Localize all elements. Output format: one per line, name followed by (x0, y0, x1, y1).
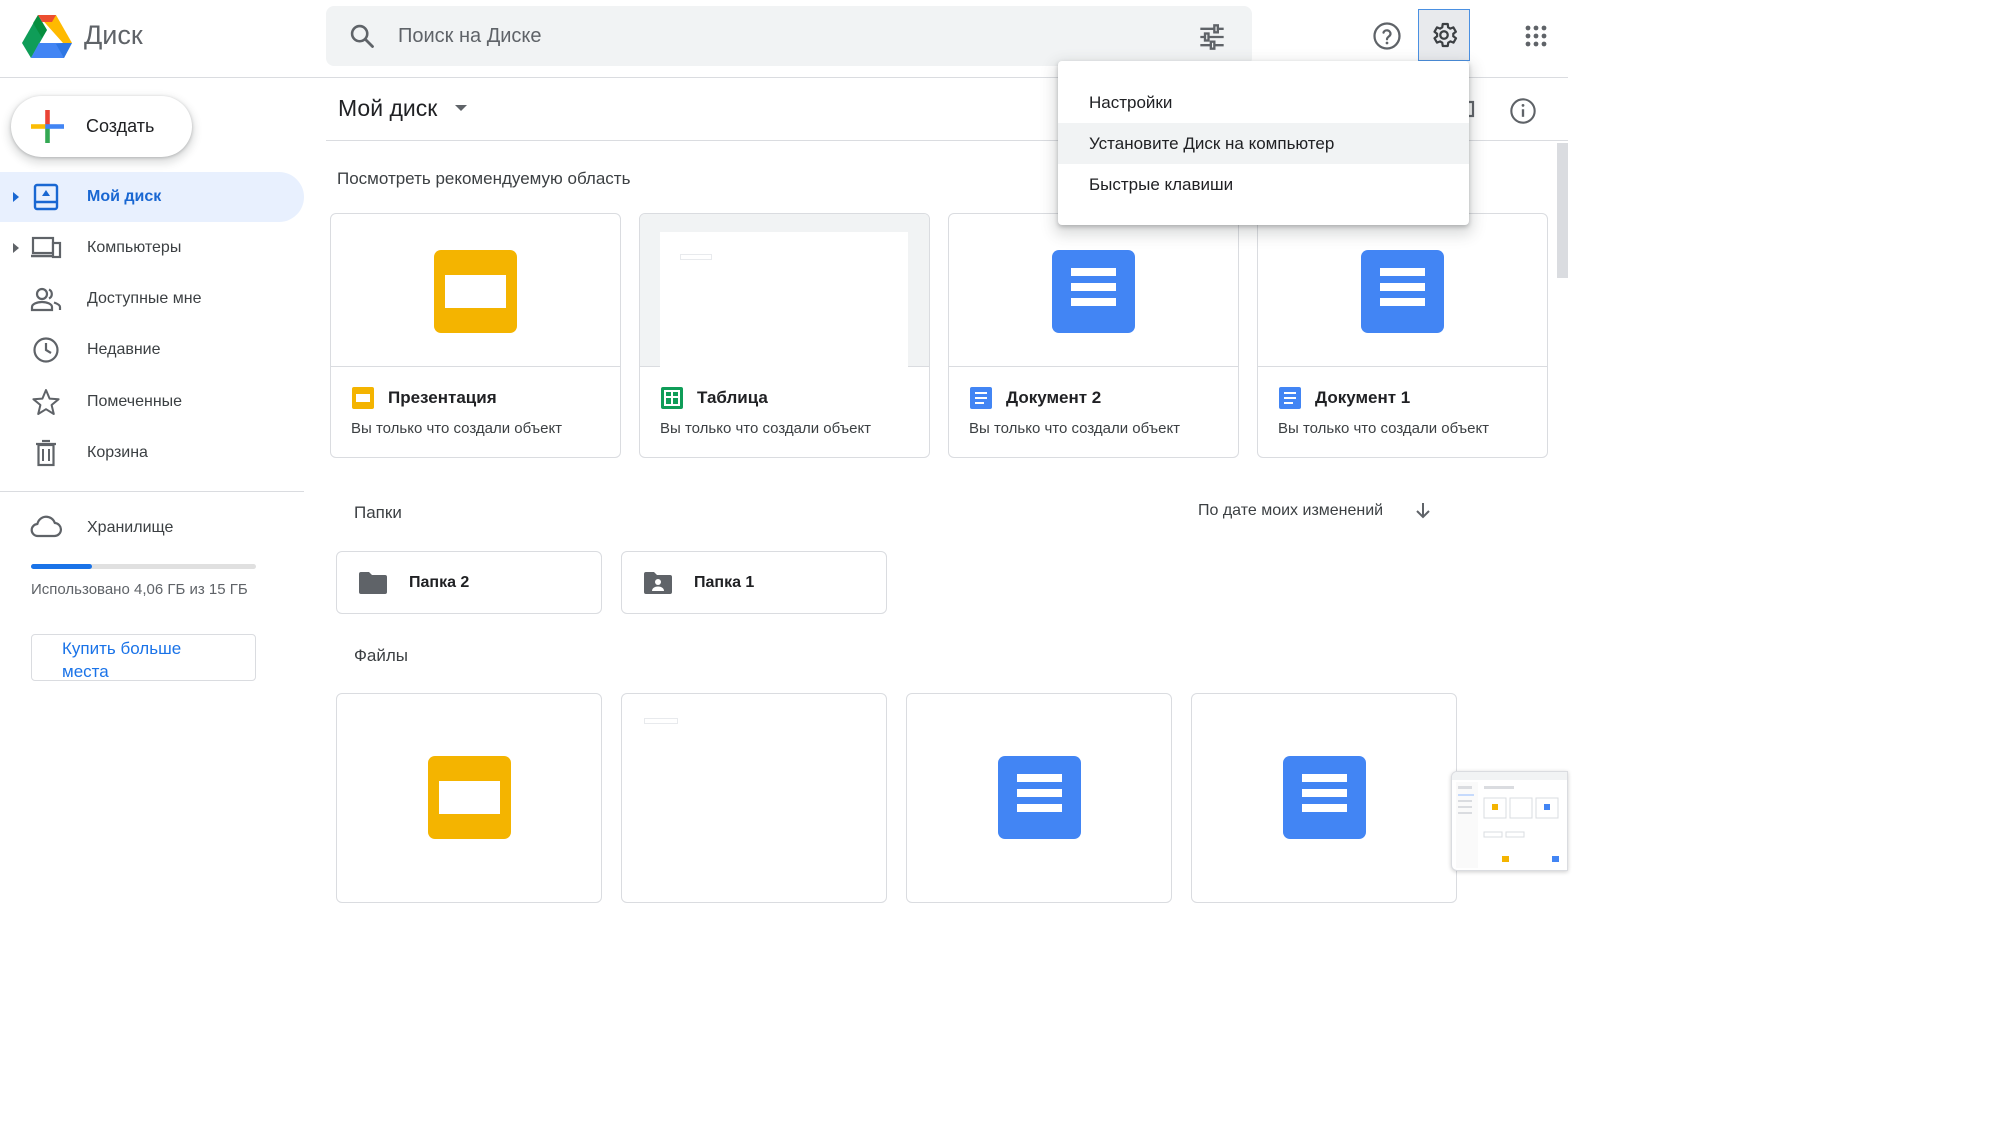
folders-section-label: Папки (354, 503, 402, 522)
file-thumbnail (640, 214, 929, 367)
star-icon (32, 389, 60, 415)
docs-icon (998, 756, 1081, 839)
sheet-page-preview (660, 232, 908, 367)
menu-item-keyboard-shortcuts[interactable]: Быстрые клавиши (1058, 164, 1469, 205)
sidebar-item-my-drive[interactable]: Мой диск (0, 172, 304, 222)
info-icon[interactable] (1509, 97, 1537, 125)
suggested-card[interactable]: Документ 2 Вы только что создали объект (948, 213, 1239, 458)
create-label: Создать (86, 116, 155, 136)
file-card[interactable] (621, 693, 887, 903)
search-bar[interactable] (326, 6, 1252, 66)
file-activity: Вы только что создали объект (969, 420, 1181, 437)
sidebar-divider (0, 491, 304, 492)
storage-progress-bar (31, 564, 256, 569)
sidebar-item-label: Компьютеры (87, 239, 182, 256)
sidebar-item-label: Помеченные (87, 393, 183, 410)
scrollbar-thumb[interactable] (1557, 143, 1568, 278)
file-name: Таблица (697, 388, 768, 407)
file-activity: Вы только что создали объект (351, 420, 563, 437)
help-button[interactable] (1365, 14, 1409, 58)
sidebar-item-shared[interactable]: Доступные мне (0, 274, 304, 324)
drive-logo-icon[interactable] (22, 14, 72, 58)
sidebar-item-computers[interactable]: Компьютеры (0, 223, 304, 273)
suggested-card[interactable]: Таблица Вы только что создали объект (639, 213, 930, 458)
sidebar-item-label: Корзина (87, 444, 148, 461)
trash-icon (36, 439, 56, 467)
sidebar-item-trash[interactable]: Корзина (0, 428, 304, 478)
shared-folder-icon (644, 572, 672, 594)
suggested-section-label[interactable]: Посмотреть рекомендуемую область (337, 169, 630, 189)
folder-item[interactable]: Папка 1 (621, 551, 887, 614)
file-activity: Вы только что создали объект (1278, 420, 1490, 437)
folder-icon (359, 572, 387, 594)
chevron-down-icon[interactable] (454, 104, 468, 112)
storage-progress-fill (31, 564, 92, 569)
file-activity: Вы только что создали объект (660, 420, 872, 437)
file-thumbnail (949, 214, 1238, 367)
search-icon[interactable] (348, 22, 376, 50)
screenshot-preview-image (1452, 772, 1567, 868)
suggested-card[interactable]: Документ 1 Вы только что создали объект (1257, 213, 1548, 458)
docs-icon (1052, 250, 1135, 333)
file-name: Презентация (388, 388, 497, 407)
slides-icon (352, 387, 374, 409)
slides-icon (428, 756, 511, 839)
computers-icon (31, 236, 62, 259)
folder-item[interactable]: Папка 2 (336, 551, 602, 614)
search-options-icon[interactable] (1198, 24, 1226, 50)
search-input[interactable] (398, 21, 1158, 51)
sidebar-item-label: Недавние (87, 341, 161, 358)
docs-icon (970, 387, 992, 409)
plus-icon (31, 110, 64, 143)
my-drive-icon (33, 183, 59, 211)
file-name: Документ 2 (1006, 388, 1102, 407)
slides-icon (434, 250, 517, 333)
shared-icon (30, 287, 62, 312)
screenshot-preview-thumbnail[interactable] (1451, 771, 1568, 871)
help-icon (1373, 22, 1401, 50)
suggested-card[interactable]: Презентация Вы только что создали объект (330, 213, 621, 458)
settings-button[interactable] (1418, 9, 1470, 61)
file-card[interactable] (906, 693, 1172, 903)
file-card[interactable] (336, 693, 602, 903)
sidebar-item-starred[interactable]: Помеченные (0, 377, 304, 427)
folder-name: Папка 1 (694, 574, 755, 591)
storage-label[interactable]: Хранилище (87, 519, 173, 537)
folder-name: Папка 2 (409, 574, 470, 591)
clock-icon (33, 337, 59, 363)
sort-button[interactable]: По дате моих изменений (1198, 502, 1383, 520)
buy-storage-button[interactable]: Купить больше места (31, 634, 256, 681)
file-name: Документ 1 (1315, 388, 1411, 407)
file-card[interactable] (1191, 693, 1457, 903)
app-name[interactable]: Диск (84, 20, 143, 51)
apps-button[interactable] (1514, 14, 1558, 58)
expand-caret-icon[interactable] (11, 242, 21, 254)
sheet-page-preview (644, 718, 678, 724)
docs-icon (1283, 756, 1366, 839)
storage-usage-text: Использовано 4,06 ГБ из 15 ГБ (31, 581, 248, 598)
gear-icon (1433, 22, 1458, 48)
arrow-down-icon[interactable] (1414, 501, 1432, 519)
sheets-icon (661, 387, 683, 409)
menu-item-install-drive[interactable]: Установите Диск на компьютер (1058, 123, 1469, 164)
create-button[interactable]: Создать (11, 96, 192, 157)
files-section-label: Файлы (354, 646, 409, 665)
file-thumbnail (1258, 214, 1547, 367)
cloud-icon (30, 515, 62, 538)
sidebar-item-label: Доступные мне (87, 290, 202, 307)
expand-caret-icon[interactable] (11, 191, 21, 203)
docs-icon (1361, 250, 1444, 333)
page-title[interactable]: Мой диск (338, 95, 437, 122)
sidebar-item-label: Мой диск (87, 188, 162, 205)
file-thumbnail (331, 214, 620, 367)
sidebar-item-recent[interactable]: Недавние (0, 325, 304, 375)
apps-grid-icon (1525, 25, 1547, 47)
menu-item-settings[interactable]: Настройки (1058, 82, 1469, 123)
settings-menu: Настройки Установите Диск на компьютер Б… (1058, 61, 1469, 225)
docs-icon (1279, 387, 1301, 409)
